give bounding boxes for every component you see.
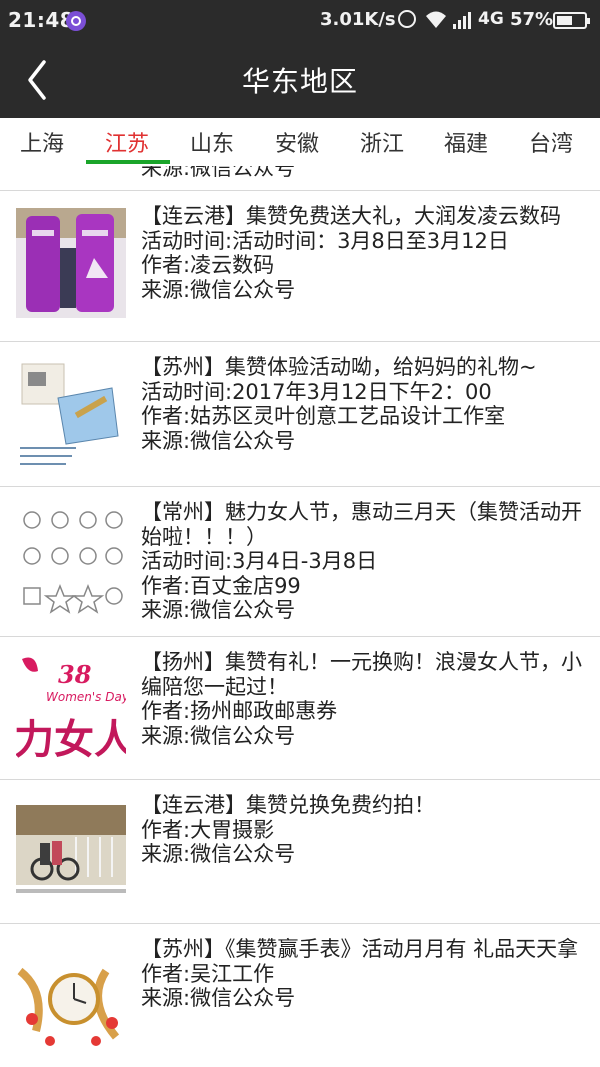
thumb-text-womens-day: Women's Day: [46, 690, 126, 704]
tab-shanghai[interactable]: 上海: [20, 126, 64, 166]
list-item[interactable]: 【常州】魅力女人节，惠动三月天（集赞活动开始啦！！！） 活动时间:3月4日-3月…: [0, 486, 600, 636]
item-author: 作者:姑苏区灵叶创意工艺品设计工作室: [141, 404, 506, 428]
activity-list: 来源:微信公众号 【连云港】集赞免费送大礼，大润发凌云数码 活动时间:活动时间：…: [0, 166, 600, 1067]
tab-shandong[interactable]: 山东: [190, 126, 234, 166]
list-item[interactable]: 38 Women's Day 力女人 【扬州】集赞有礼！一元换购！浪漫女人节，小…: [0, 636, 600, 779]
list-item[interactable]: 【苏州】《集赞赢手表》活动月月有 礼品天天拿 作者:吴江工作 来源:微信公众号: [0, 923, 600, 1067]
womens-day-graphic: 38 Women's Day 力女人: [16, 653, 126, 763]
item-text: 【常州】魅力女人节，惠动三月天（集赞活动开始啦！！！） 活动时间:3月4日-3月…: [141, 500, 586, 623]
item-thumbnail: [16, 941, 126, 1051]
craft-card-photo: [16, 358, 126, 468]
item-thumbnail: [16, 208, 126, 318]
alarm-icon: [398, 10, 416, 28]
page-title: 华东地区: [241, 65, 358, 98]
region-tabs: 上海 江苏 山东 安徽 浙江 福建 台湾: [0, 118, 600, 166]
backpack-photo: [16, 208, 126, 318]
item-text: 【扬州】集赞有礼！一元换购！浪漫女人节，小编陪您一起过！ 作者:扬州邮政邮惠券 …: [141, 650, 586, 748]
item-thumbnail: [16, 506, 126, 616]
item-text: 【苏州】《集赞赢手表》活动月月有 礼品天天拿 作者:吴江工作 来源:微信公众号: [141, 937, 586, 1011]
tab-taiwan[interactable]: 台湾: [529, 126, 573, 166]
active-tab-indicator: [86, 160, 170, 164]
item-source: 来源:微信公众号: [141, 598, 296, 622]
item-thumbnail: 38 Women's Day 力女人: [16, 653, 126, 763]
item-title: 【苏州】集赞体验活动呦，给妈妈的礼物~: [141, 355, 537, 379]
item-author: 作者:吴江工作: [141, 961, 275, 986]
signal-icon: [453, 12, 471, 29]
item-title: 【常州】魅力女人节，惠动三月天（集赞活动开始啦！！！）: [141, 500, 582, 549]
item-text: 【连云港】集赞兑换免费约拍！ 作者:大胃摄影 来源:微信公众号: [141, 793, 586, 867]
item-time: 活动时间:2017年3月12日下午2：00: [141, 379, 492, 404]
notification-app-icon: [66, 11, 86, 31]
list-item[interactable]: 【连云港】集赞兑换免费约拍！ 作者:大胃摄影 来源:微信公众号: [0, 779, 600, 923]
item-title: 【扬州】集赞有礼！一元换购！浪漫女人节，小编陪您一起过！: [141, 650, 582, 699]
wifi-icon: [426, 11, 446, 28]
battery-percent: 57%: [510, 9, 554, 30]
status-bar: 21:48 3.01K/s 4G 57%: [0, 0, 600, 42]
item-title: 【连云港】集赞免费送大礼，大润发凌云数码: [141, 204, 561, 228]
item-text: 【苏州】集赞体验活动呦，给妈妈的礼物~ 活动时间:2017年3月12日下午2：0…: [141, 355, 586, 453]
network-speed: 3.01K/s: [320, 9, 396, 30]
couple-photo: [16, 797, 126, 907]
item-thumbnail: [16, 797, 126, 907]
item-text: 【连云港】集赞免费送大礼，大润发凌云数码 活动时间:活动时间：3月8日至3月12…: [141, 204, 586, 302]
item-source: 来源:微信公众号: [141, 428, 296, 453]
network-type: 4G: [478, 9, 504, 29]
list-item[interactable]: 【苏州】集赞体验活动呦，给妈妈的礼物~ 活动时间:2017年3月12日下午2：0…: [0, 341, 600, 486]
list-item[interactable]: 【连云港】集赞免费送大礼，大润发凌云数码 活动时间:活动时间：3月8日至3月12…: [0, 190, 600, 341]
item-thumbnail: [16, 358, 126, 468]
watch-photo: [16, 941, 126, 1051]
item-author: 作者:扬州邮政邮惠券: [141, 699, 338, 723]
item-time: 活动时间:活动时间：3月8日至3月12日: [141, 228, 509, 253]
item-time: 活动时间:3月4日-3月8日: [141, 549, 378, 573]
item-source: 来源:微信公众号: [141, 277, 296, 302]
item-title: 【连云港】集赞兑换免费约拍！: [141, 793, 435, 817]
status-time: 21:48: [8, 8, 75, 32]
battery-icon: [553, 12, 590, 29]
thumb-text-big: 力女人: [16, 717, 126, 763]
item-author: 作者:凌云数码: [141, 253, 275, 277]
tab-fujian[interactable]: 福建: [444, 126, 488, 166]
item-author: 作者:百丈金店99: [141, 573, 301, 598]
item-author: 作者:大胃摄影: [141, 817, 275, 842]
nav-bar: 华东地区: [0, 42, 600, 118]
item-source: 来源:微信公众号: [141, 842, 296, 866]
item-title: 【苏州】《集赞赢手表》活动月月有 礼品天天拿: [141, 937, 579, 961]
tab-zhejiang[interactable]: 浙江: [360, 126, 404, 166]
item-source: 来源:微信公众号: [141, 986, 296, 1010]
thumb-text-38: 38: [58, 660, 92, 689]
tab-anhui[interactable]: 安徽: [275, 126, 319, 166]
jewelry-sketch-photo: [16, 506, 126, 616]
item-source: 来源:微信公众号: [141, 723, 296, 748]
list-item-peek-source: 来源:微信公众号: [141, 166, 296, 180]
